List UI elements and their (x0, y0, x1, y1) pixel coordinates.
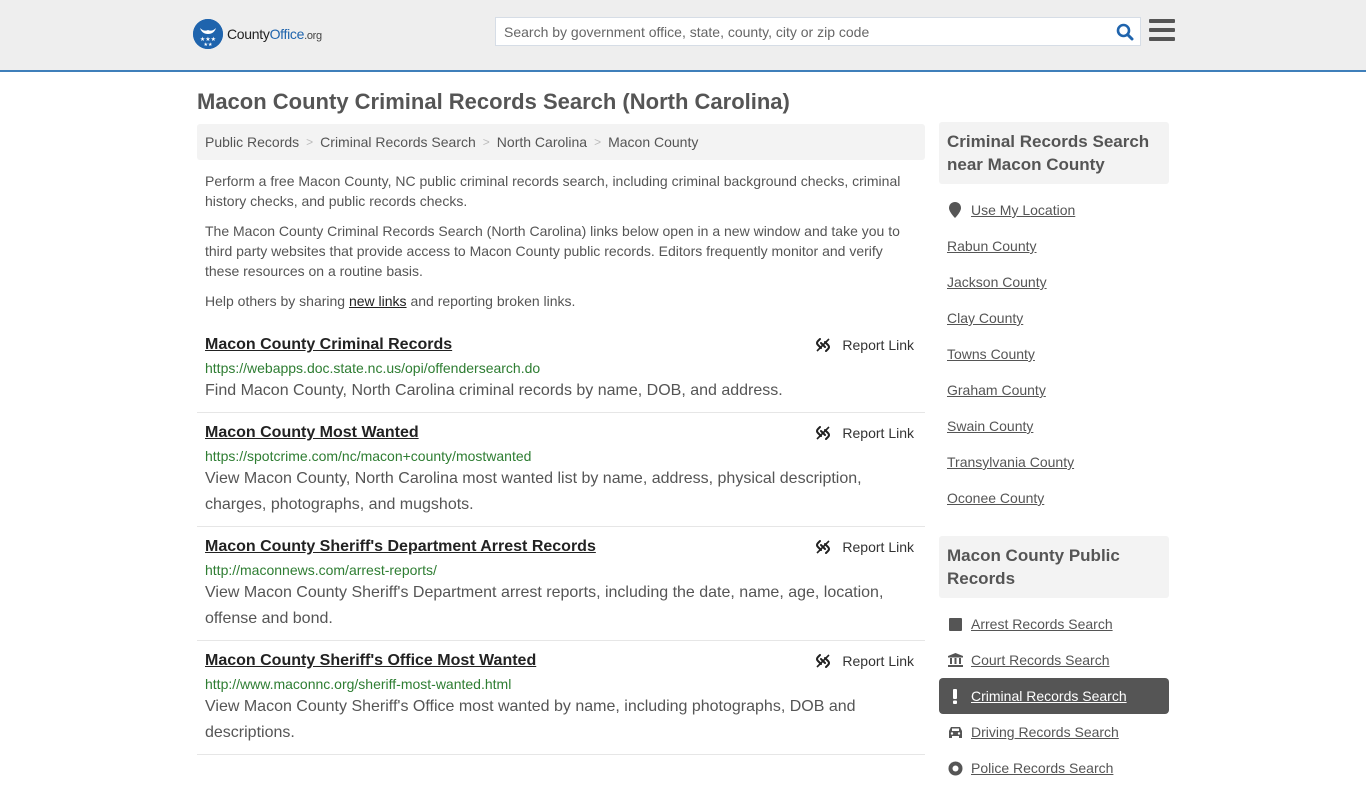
search-bar (495, 17, 1141, 46)
result-item: Macon County Most Wanted https://spotcri… (197, 413, 925, 527)
menu-bar (1149, 28, 1175, 32)
breadcrumb-separator: > (594, 135, 602, 149)
result-title-link[interactable]: Macon County Criminal Records (205, 335, 452, 355)
public-records-item-court: Court Records Search (939, 642, 1169, 678)
intro-paragraph: Perform a free Macon County, NC public c… (205, 173, 901, 209)
map-pin-icon (947, 202, 963, 218)
use-my-location-link[interactable]: Use My Location (971, 202, 1075, 218)
result-item: Macon County Sheriff's Office Most Wante… (197, 641, 925, 755)
county-link-transylvania[interactable]: Transylvania County (947, 454, 1074, 470)
svg-text:★★: ★★ (204, 42, 213, 48)
nearby-county-item: Swain County (939, 408, 1169, 444)
nearby-county-item: Towns County (939, 336, 1169, 372)
public-records-heading: Macon County Public Records (939, 536, 1169, 598)
main-content: Public Records > Criminal Records Search… (197, 124, 925, 755)
broken-link-icon (816, 426, 831, 440)
police-badge-icon (947, 760, 963, 776)
county-link-graham[interactable]: Graham County (947, 382, 1046, 398)
result-title-link[interactable]: Macon County Sheriff's Office Most Wante… (205, 651, 536, 671)
driving-records-link[interactable]: Driving Records Search (971, 724, 1119, 740)
menu-bar (1149, 19, 1175, 23)
arrest-records-link[interactable]: Arrest Records Search (971, 616, 1113, 632)
breadcrumb-north-carolina[interactable]: North Carolina (497, 134, 587, 150)
broken-link-icon (816, 654, 831, 668)
result-description: View Macon County, North Carolina most w… (205, 470, 862, 513)
menu-bar (1149, 37, 1175, 41)
report-link-button[interactable]: Report Link (815, 337, 914, 353)
public-records-item-driving: Driving Records Search (939, 714, 1169, 750)
intro-text: Perform a free Macon County, NC public c… (197, 171, 925, 311)
result-url: http://www.maconnc.org/sheriff-most-want… (205, 676, 512, 692)
result-description: View Macon County Sheriff's Department a… (205, 584, 884, 627)
search-button[interactable] (1110, 18, 1140, 45)
intro-paragraph: The Macon County Criminal Records Search… (205, 223, 900, 279)
nearby-county-item: Jackson County (939, 264, 1169, 300)
search-input[interactable] (496, 18, 1110, 45)
nearby-county-item: Graham County (939, 372, 1169, 408)
report-link-button[interactable]: Report Link (815, 425, 914, 441)
county-link-towns[interactable]: Towns County (947, 346, 1035, 362)
results-list: Macon County Criminal Records https://we… (197, 325, 925, 755)
county-link-rabun[interactable]: Rabun County (947, 238, 1037, 254)
result-title-link[interactable]: Macon County Sheriff's Department Arrest… (205, 537, 596, 557)
broken-link-icon (816, 540, 831, 554)
nearby-county-item: Oconee County (939, 480, 1169, 516)
report-link-button[interactable]: Report Link (815, 653, 914, 669)
sidebar: Criminal Records Search near Macon Count… (939, 122, 1169, 786)
breadcrumb-macon-county[interactable]: Macon County (608, 134, 698, 150)
broken-link-icon (816, 338, 831, 352)
car-icon (947, 724, 963, 740)
result-item: Macon County Criminal Records https://we… (197, 325, 925, 413)
county-link-jackson[interactable]: Jackson County (947, 274, 1047, 290)
logo-text: CountyOffice.org (227, 26, 322, 42)
breadcrumb-public-records[interactable]: Public Records (205, 134, 299, 150)
site-logo[interactable]: ★★★ ★★ CountyOffice.org (193, 19, 322, 49)
search-icon (1116, 23, 1134, 40)
police-records-link[interactable]: Police Records Search (971, 760, 1113, 776)
square-icon (947, 616, 963, 632)
nearby-county-item: Clay County (939, 300, 1169, 336)
nearby-county-item: Rabun County (939, 228, 1169, 264)
court-records-link[interactable]: Court Records Search (971, 652, 1110, 668)
report-link-button[interactable]: Report Link (815, 539, 914, 555)
public-records-item-arrest: Arrest Records Search (939, 606, 1169, 642)
result-url: https://spotcrime.com/nc/macon+county/mo… (205, 448, 532, 464)
courthouse-icon (947, 652, 963, 668)
new-links-link[interactable]: new links (349, 293, 407, 309)
nearby-county-item: Transylvania County (939, 444, 1169, 480)
result-url: http://maconnews.com/arrest-reports/ (205, 562, 437, 578)
county-link-clay[interactable]: Clay County (947, 310, 1023, 326)
criminal-records-link[interactable]: Criminal Records Search (971, 688, 1127, 704)
use-my-location-item: Use My Location (939, 192, 1169, 228)
eagle-stars-icon: ★★★ ★★ (193, 19, 223, 49)
result-description: View Macon County Sheriff's Office most … (205, 698, 856, 741)
result-url: https://webapps.doc.state.nc.us/opi/offe… (205, 360, 541, 376)
result-item: Macon County Sheriff's Department Arrest… (197, 527, 925, 641)
public-records-item-police: Police Records Search (939, 750, 1169, 786)
breadcrumb-separator: > (306, 135, 314, 149)
county-link-swain[interactable]: Swain County (947, 418, 1033, 434)
share-links-paragraph: Help others by sharing new links and rep… (205, 293, 576, 309)
nearby-heading: Criminal Records Search near Macon Count… (939, 122, 1169, 184)
public-records-item-criminal: Criminal Records Search (939, 678, 1169, 714)
public-records-list: Arrest Records Search Court Records Sear… (939, 606, 1169, 786)
result-description: Find Macon County, North Carolina crimin… (205, 382, 783, 399)
breadcrumb: Public Records > Criminal Records Search… (197, 124, 925, 160)
page-title: Macon County Criminal Records Search (No… (197, 89, 790, 114)
breadcrumb-criminal-records-search[interactable]: Criminal Records Search (320, 134, 476, 150)
breadcrumb-separator: > (482, 135, 490, 149)
site-header: ★★★ ★★ CountyOffice.org (0, 0, 1366, 72)
result-title-link[interactable]: Macon County Most Wanted (205, 423, 419, 443)
hamburger-menu-button[interactable] (1149, 19, 1175, 41)
exclamation-icon (947, 688, 963, 704)
county-link-oconee[interactable]: Oconee County (947, 490, 1044, 506)
nearby-county-list: Use My Location Rabun County Jackson Cou… (939, 192, 1169, 516)
